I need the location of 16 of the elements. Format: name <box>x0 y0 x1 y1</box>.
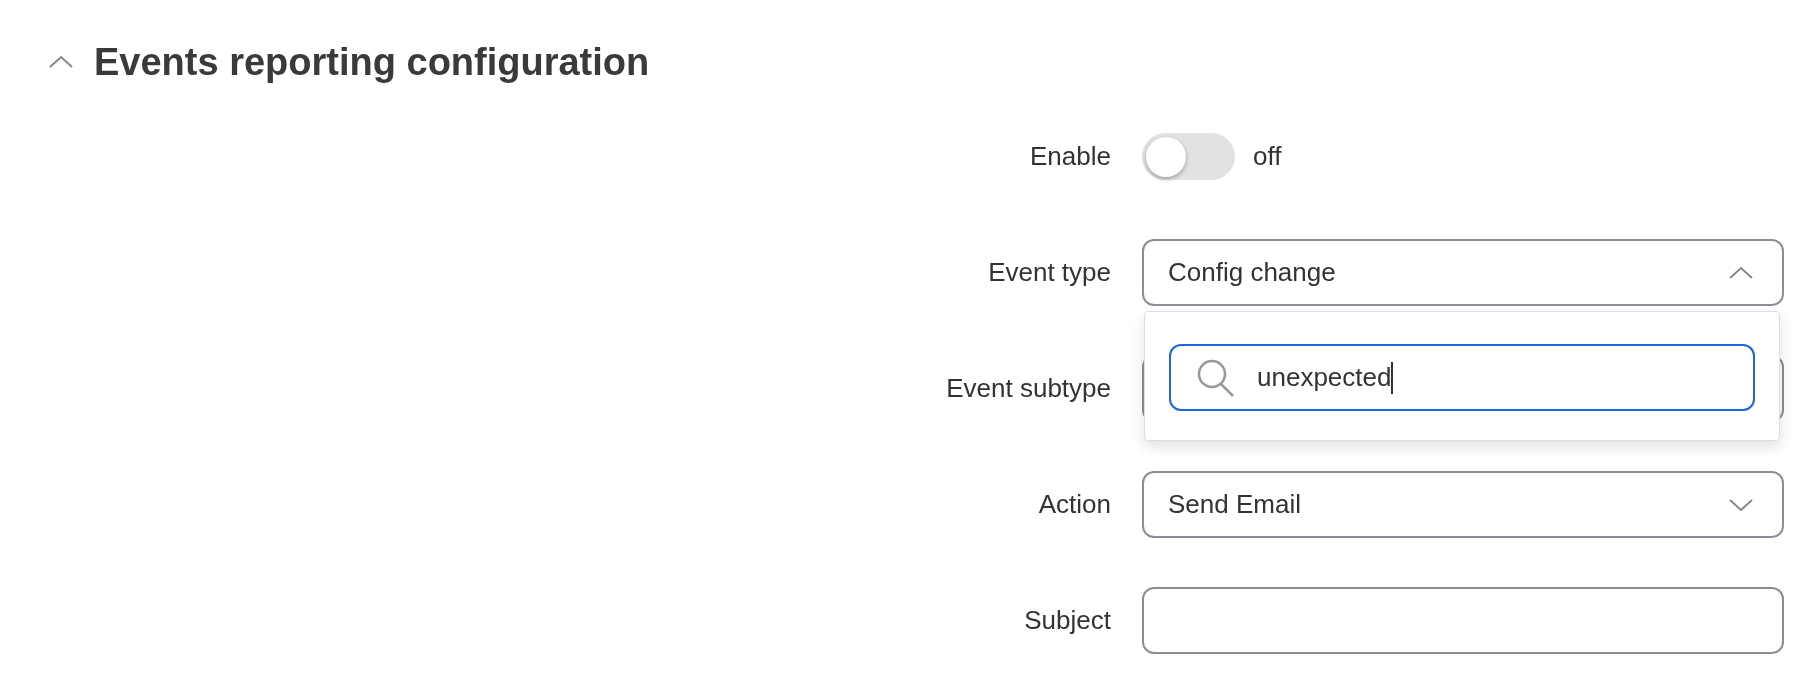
chevron-up-icon <box>1728 265 1754 280</box>
field-label: Event type <box>988 256 1111 289</box>
select-field[interactable]: Config change <box>1142 239 1784 306</box>
section-title: Events reporting configuration <box>94 40 650 85</box>
field-label: Action <box>1038 488 1111 521</box>
field-label: Subject <box>1024 604 1111 637</box>
select-field[interactable]: Send Email <box>1142 471 1784 538</box>
field-label: Enable <box>1030 140 1111 173</box>
search-text: unexpected <box>1257 361 1392 394</box>
field-label: Event subtype <box>946 372 1111 405</box>
toggle-switch[interactable] <box>1142 133 1235 180</box>
search-field[interactable]: unexpected <box>1169 344 1755 411</box>
text-cursor <box>1391 361 1394 394</box>
chevron-down-icon <box>1728 497 1754 512</box>
toggle-status: off <box>1253 140 1282 173</box>
input-field[interactable] <box>1142 587 1784 654</box>
